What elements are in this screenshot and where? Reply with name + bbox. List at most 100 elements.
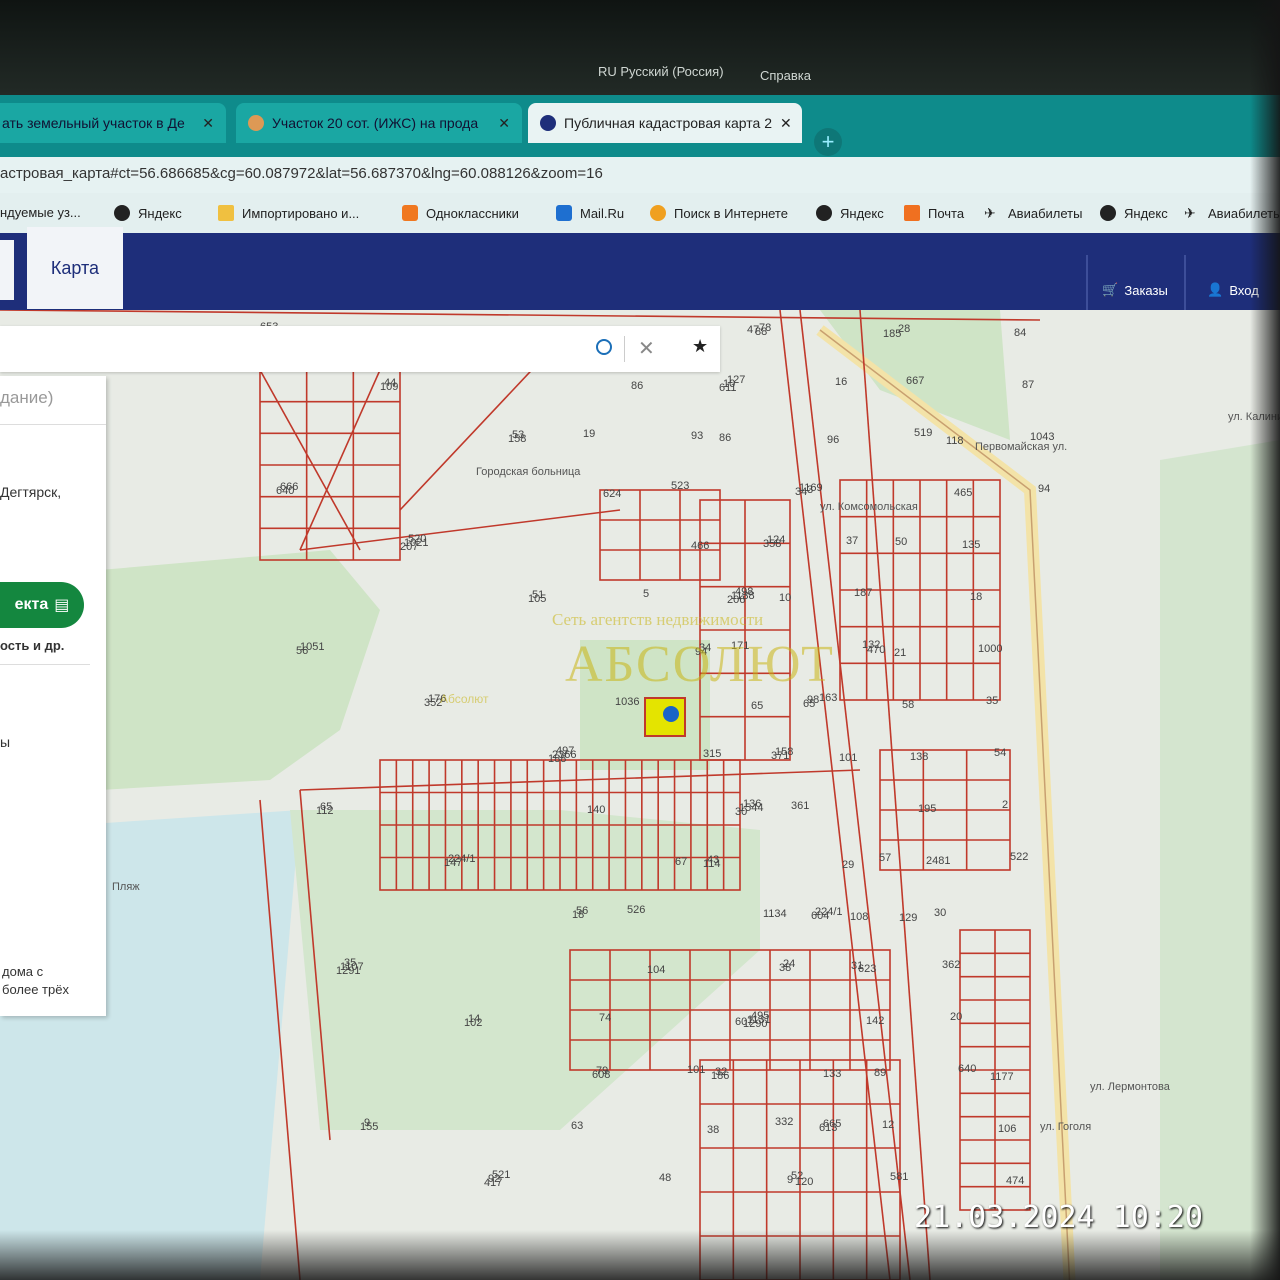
bookmark-item[interactable]: Одноклассники	[402, 205, 519, 221]
monitor-bezel	[1250, 0, 1280, 1280]
search-bar[interactable]: ✕ ★	[0, 326, 720, 372]
parcel-number-label: 50	[895, 536, 907, 548]
parcel-number-label: 624	[603, 488, 621, 500]
yandex-icon	[816, 205, 832, 221]
monitor-bezel	[0, 1230, 1280, 1280]
parcel-number-label: 30	[934, 907, 946, 919]
bookmark-item[interactable]: Яндекс	[1100, 205, 1168, 221]
parcel-number-label: 38	[707, 1124, 719, 1136]
parcel-number-label: 88	[755, 326, 767, 338]
address-bar[interactable]: астровая_карта#ct=56.686685&cg=60.087972…	[0, 157, 1280, 193]
parcel-number-label: 74	[599, 1012, 611, 1024]
bookmark-item[interactable]: ндуемые уз...	[0, 205, 81, 220]
parcel-number-label: 623	[858, 963, 876, 975]
url-text: астровая_карта#ct=56.686685&cg=60.087972…	[0, 165, 603, 182]
bookmark-item[interactable]: Почта	[904, 205, 964, 221]
cart-icon: 🛒	[1102, 282, 1119, 297]
info-side-panel: дание) Дегтярск, екта ▤ ость и др. ы дом…	[0, 376, 106, 1016]
parcel-number-label: 65	[803, 698, 815, 710]
bookmark-item[interactable]: Импортировано и...	[218, 205, 359, 221]
parcel-number-label: 94	[1038, 483, 1050, 495]
photo-of-screen: RU Русский (Россия) Справка ать земельны…	[0, 0, 1280, 1280]
map-label-street_gogolya: ул. Гоголя	[1040, 1121, 1091, 1133]
new-tab-plus-icon[interactable]: +	[814, 128, 842, 156]
parcel-number-label: 16	[835, 376, 847, 388]
parcel-number-label: 19	[583, 428, 595, 440]
browser-tab[interactable]: ать земельный участок в Де ✕	[0, 103, 226, 143]
parcel-number-label: 142	[866, 1015, 884, 1027]
bookmark-item[interactable]: Mail.Ru	[556, 205, 624, 221]
parcel-number-label: 465	[954, 487, 972, 499]
close-icon[interactable]: ✕	[194, 115, 214, 132]
search-icon[interactable]	[596, 339, 612, 355]
bookmark-label: Авиабилеты	[1008, 205, 1083, 221]
map-label-beach: Пляж	[112, 881, 140, 893]
parcel-number-label: 89	[874, 1067, 886, 1079]
parcel-number-label: 207	[400, 541, 418, 553]
clear-icon[interactable]: ✕	[638, 336, 655, 361]
parcel-number-label: 106	[998, 1123, 1016, 1135]
bookmark-item[interactable]: ✈ Авиабилеты	[984, 205, 1082, 221]
divider	[0, 664, 90, 665]
parcel-number-label: 5	[643, 588, 649, 600]
language-indicator[interactable]: RU Русский (Россия)	[598, 64, 724, 79]
parcel-number-label: 470	[867, 644, 885, 656]
cadastral-map[interactable]: 6531275195235204981321634971365225263549…	[0, 310, 1280, 1280]
parcel-number-label: 120	[795, 1176, 813, 1188]
browser-tab-bar: ать земельный участок в Де ✕ Участок 20 …	[0, 95, 1280, 157]
bookmark-label: Импортировано и...	[242, 205, 360, 221]
map-label-street_lermontova: ул. Лермонтова	[1090, 1081, 1171, 1093]
user-icon: 👤	[1207, 282, 1224, 297]
parcel-number-label: 56	[296, 645, 308, 657]
close-icon[interactable]: ✕	[772, 115, 792, 132]
parcel-number-label: 37	[846, 535, 858, 547]
parcel-number-label: 38	[779, 962, 791, 974]
browser-tab[interactable]: Участок 20 сот. (ИЖС) на прода ✕	[236, 103, 522, 143]
tab-map[interactable]: Карта	[27, 227, 123, 309]
parcel-number-label: 206	[727, 594, 745, 606]
odnoklassniki-icon	[402, 205, 418, 221]
parcel-number-label: 155	[360, 1121, 378, 1133]
parcel-number-label: 21	[894, 647, 906, 659]
parcel-number-label: 3	[807, 484, 813, 496]
os-taskbar: RU Русский (Россия) Справка	[0, 0, 1280, 95]
search-globe-icon	[650, 205, 666, 221]
report-button[interactable]: екта ▤	[0, 582, 84, 628]
folder-icon	[218, 205, 234, 221]
parcel-number-label: 1291	[336, 965, 360, 977]
parcel-number-label: 54	[994, 747, 1006, 759]
parcel-number-label: 20	[950, 1011, 962, 1023]
parcel-number-label: 158	[508, 433, 526, 445]
parcel-number-label: 358	[763, 538, 781, 550]
panel-subtext: ость и др.	[0, 638, 65, 653]
parcel-number-label: 109	[380, 381, 398, 393]
parcel-number-label: 93	[691, 430, 703, 442]
parcel-number-label: 102	[464, 1017, 482, 1029]
parcel-number-label: 519	[914, 427, 932, 439]
bookmark-item[interactable]: Поиск в Интернете	[650, 205, 788, 221]
help-link[interactable]: Справка	[760, 68, 811, 83]
home-icon	[540, 115, 556, 131]
parcel-number-label: 12	[882, 1119, 894, 1131]
parcel-number-label: 526	[627, 904, 645, 916]
parcel-number-label: 608	[592, 1069, 610, 1081]
parcel-number-label: 133	[823, 1068, 841, 1080]
parcel-number-label: 613	[819, 1122, 837, 1134]
browser-tab-active[interactable]: Публичная кадастровая карта 2 ✕	[528, 103, 802, 143]
logo-icon[interactable]	[0, 240, 14, 300]
parcel-number-label: 105	[528, 593, 546, 605]
parcel-number-label: 371	[771, 750, 789, 762]
parcel-number-label: 466	[691, 540, 709, 552]
bookmark-item[interactable]: Яндекс	[114, 205, 182, 221]
bookmark-item[interactable]: Яндекс	[816, 205, 884, 221]
parcel-number-label: 1177	[990, 1071, 1014, 1083]
star-icon[interactable]: ★	[692, 336, 708, 357]
parcel-number-label: 57	[879, 852, 891, 864]
tab-title: Публичная кадастровая карта 2	[564, 115, 772, 131]
map-canvas[interactable]: 6531275195235204981321634971365225263549…	[0, 310, 1280, 1280]
parcel-number-label: 188	[548, 753, 566, 765]
close-icon[interactable]: ✕	[490, 115, 510, 132]
photo-timestamp: 21.03.2024 10:20	[914, 1200, 1203, 1235]
parcel-number-label: 474	[1006, 1175, 1024, 1187]
parcel-number-label: 84	[1014, 327, 1026, 339]
